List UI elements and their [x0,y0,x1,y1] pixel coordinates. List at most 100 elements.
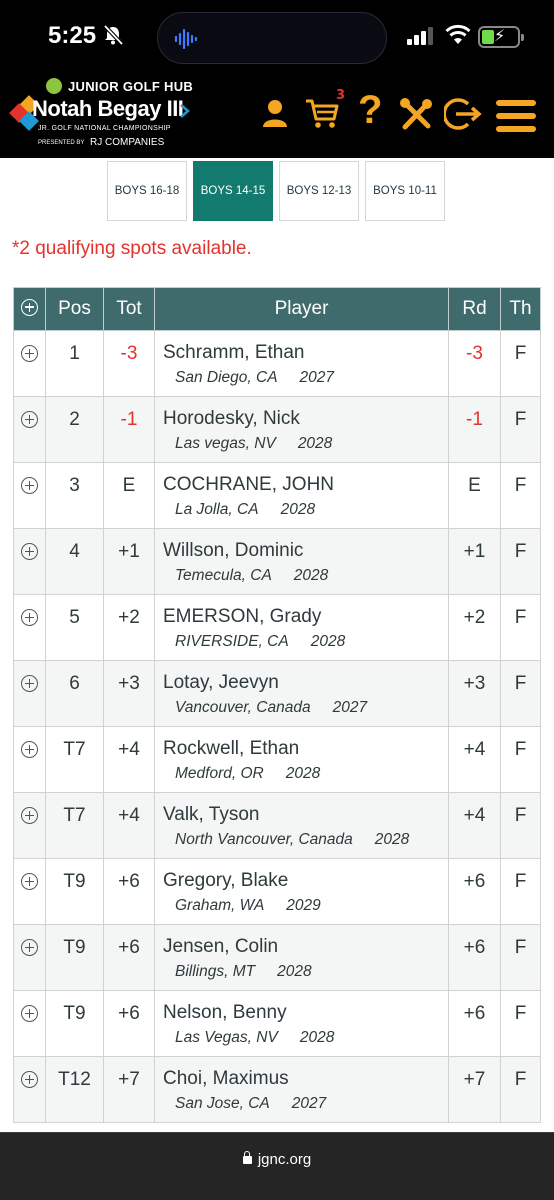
expand-row-button[interactable] [13,528,46,595]
table-row[interactable]: T7 +4 Valk, Tyson North Vancouver, Canada 20… [13,792,541,859]
table-row[interactable]: T7 +4 Rockwell, Ethan Medford, OR 2028 +4 F [13,726,541,793]
player-location: La Jolla, CA [175,501,259,518]
player-grad-year: 2027 [332,699,368,716]
player-name[interactable]: Choi, Maximus [163,1068,448,1090]
player-name[interactable]: Valk, Tyson [163,804,448,826]
tools-icon[interactable] [400,98,434,130]
player-name[interactable]: Jensen, Colin [163,936,448,958]
expand-icon [21,939,38,956]
table-row[interactable]: 3 E COCHRANE, JOHN La Jolla, CA 2028 E F [13,462,541,529]
cart-icon[interactable] [305,98,339,130]
table-row[interactable]: 5 +2 EMERSON, Grady RIVERSIDE, CA 2028 +2 F [13,594,541,661]
expand-icon [21,741,38,758]
audio-wave-icon [174,28,198,50]
expand-all-button[interactable] [13,287,46,331]
expand-row-button[interactable] [13,396,46,463]
cell-player[interactable]: Choi, Maximus San Jose, CA 2027 [154,1056,449,1123]
table-row[interactable]: 1 -3 Schramm, Ethan San Diego, CA 2027 -3 F [13,330,541,397]
expand-row-button[interactable] [13,858,46,925]
cell-player[interactable]: Horodesky, Nick Las vegas, NV 2028 [154,396,449,463]
cell-tot: +6 [103,990,155,1057]
player-location: Vancouver, Canada [175,699,311,716]
cell-player[interactable]: Valk, Tyson North Vancouver, Canada 2028 [154,792,449,859]
player-name[interactable]: Rockwell, Ethan [163,738,448,760]
tab-boys-16-18[interactable]: BOYS 16-18 [107,161,187,221]
col-player[interactable]: Player [154,287,449,331]
cell-tot: +6 [103,924,155,991]
expand-row-button[interactable] [13,594,46,661]
cell-thru: F [500,1056,541,1123]
expand-row-button[interactable] [13,330,46,397]
user-icon[interactable] [260,98,290,128]
cell-player[interactable]: Lotay, Jeevyn Vancouver, Canada 2027 [154,660,449,727]
cell-thru: F [500,660,541,727]
cell-player[interactable]: Willson, Dominic Temecula, CA 2028 [154,528,449,595]
cell-tot: +4 [103,792,155,859]
player-name[interactable]: Willson, Dominic [163,540,448,562]
player-name[interactable]: COCHRANE, JOHN [163,474,448,496]
cart-count-badge: 3 [336,88,346,103]
signal-icon [407,27,433,45]
cell-pos: T7 [45,792,104,859]
expand-row-button[interactable] [13,792,46,859]
logo-title: Notah Begay III [32,96,184,121]
cell-player[interactable]: Jensen, Colin Billings, MT 2028 [154,924,449,991]
cell-player[interactable]: EMERSON, Grady RIVERSIDE, CA 2028 [154,594,449,661]
cell-player[interactable]: Gregory, Blake Graham, WA 2029 [154,858,449,925]
col-pos[interactable]: Pos [45,287,104,331]
cell-thru: F [500,528,541,595]
player-name[interactable]: Lotay, Jeevyn [163,672,448,694]
expand-row-button[interactable] [13,924,46,991]
table-row[interactable]: T9 +6 Gregory, Blake Graham, WA 2029 +6 F [13,858,541,925]
player-name[interactable]: Gregory, Blake [163,870,448,892]
tab-boys-12-13[interactable]: BOYS 12-13 [279,161,359,221]
cell-player[interactable]: Schramm, Ethan San Diego, CA 2027 [154,330,449,397]
expand-row-button[interactable] [13,990,46,1057]
logout-icon[interactable] [444,96,484,132]
cell-pos: 3 [45,462,104,529]
expand-row-button[interactable] [13,462,46,529]
table-row[interactable]: 4 +1 Willson, Dominic Temecula, CA 2028 +1 F [13,528,541,595]
tab-boys-14-15[interactable]: BOYS 14-15 [193,161,273,221]
cell-thru: F [500,594,541,661]
cell-rd: +6 [448,990,501,1057]
qualifying-notice: *2 qualifying spots available. [12,238,252,259]
player-name[interactable]: Horodesky, Nick [163,408,448,430]
cell-rd: -3 [448,330,501,397]
cell-player[interactable]: COCHRANE, JOHN La Jolla, CA 2028 [154,462,449,529]
player-location: RIVERSIDE, CA [175,633,289,650]
expand-row-button[interactable] [13,726,46,793]
menu-icon[interactable] [496,100,536,132]
table-row[interactable]: T9 +6 Jensen, Colin Billings, MT 2028 +6 F [13,924,541,991]
help-icon[interactable]: ? [358,88,382,133]
player-location: Las vegas, NV [175,435,276,452]
tab-boys-10-11[interactable]: BOYS 10-11 [365,161,445,221]
col-th[interactable]: Th [500,287,541,331]
leaderboard-table: Pos Tot Player Rd Th 1 -3 Schramm, Ethan Sa… [13,287,541,1123]
expand-icon [21,807,38,824]
player-grad-year: 2028 [277,963,312,980]
player-name[interactable]: Schramm, Ethan [163,342,448,364]
browser-url-bar[interactable]: jgnc.org [0,1132,554,1200]
logo-hub-text: JUNIOR GOLF HUB [68,78,194,94]
cell-rd: +2 [448,594,501,661]
player-name[interactable]: EMERSON, Grady [163,606,448,628]
cell-pos: T9 [45,990,104,1057]
table-row[interactable]: 2 -1 Horodesky, Nick Las vegas, NV 2028 -1 F [13,396,541,463]
golf-ball-icon [46,78,62,94]
player-grad-year: 2027 [291,1095,327,1112]
expand-row-button[interactable] [13,1056,46,1123]
expand-icon [21,543,38,560]
table-row[interactable]: T12 +7 Choi, Maximus San Jose, CA 2027 +7 F [13,1056,541,1123]
cell-player[interactable]: Nelson, Benny Las Vegas, NV 2028 [154,990,449,1057]
cell-rd: +6 [448,858,501,925]
expand-row-button[interactable] [13,660,46,727]
player-name[interactable]: Nelson, Benny [163,1002,448,1024]
col-tot[interactable]: Tot [103,287,155,331]
table-row[interactable]: 6 +3 Lotay, Jeevyn Vancouver, Canada 2027 +3 F [13,660,541,727]
table-row[interactable]: T9 +6 Nelson, Benny Las Vegas, NV 2028 +6 F [13,990,541,1057]
col-rd[interactable]: Rd [448,287,501,331]
cell-player[interactable]: Rockwell, Ethan Medford, OR 2028 [154,726,449,793]
logo-presented: PRESENTED BY [38,140,85,146]
url-text: jgnc.org [257,1151,312,1168]
